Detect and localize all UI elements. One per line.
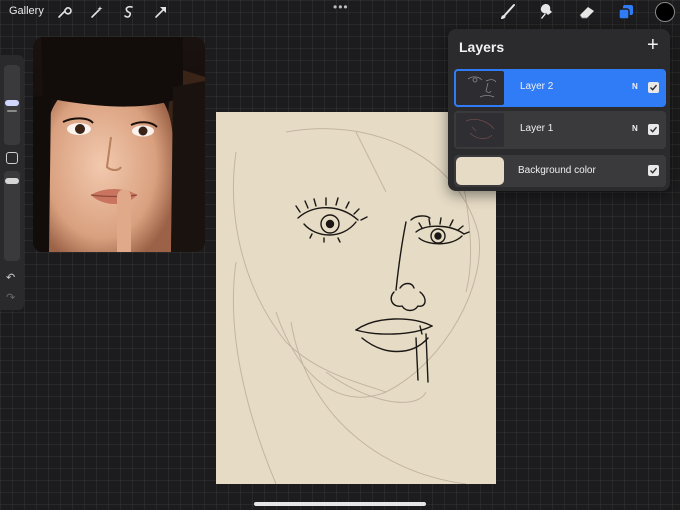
layer-thumbnail (456, 113, 504, 147)
layer-visibility-checkbox[interactable] (648, 124, 659, 135)
brush-size-slider[interactable] (4, 65, 20, 145)
wrench-icon[interactable] (55, 3, 73, 21)
background-color-row[interactable]: Background color (454, 155, 666, 187)
redo-icon[interactable]: ↷ (6, 291, 15, 304)
background-visibility-checkbox[interactable] (648, 165, 659, 176)
brush-size-thumb[interactable] (5, 100, 19, 106)
layer-row-layer-2[interactable]: Layer 2 N (454, 69, 666, 107)
undo-icon[interactable]: ↶ (6, 271, 15, 284)
blend-mode-button[interactable]: N (632, 124, 638, 133)
opacity-slider[interactable] (4, 171, 20, 261)
layer-thumbnail (456, 71, 504, 105)
background-color-swatch[interactable] (456, 157, 504, 185)
layer-name: Layer 2 (520, 81, 554, 92)
actions-menu-button[interactable]: ••• (333, 0, 349, 14)
layer-row-layer-1[interactable]: Layer 1 N (454, 111, 666, 149)
layer-visibility-checkbox[interactable] (648, 82, 659, 93)
smudge-icon[interactable] (537, 2, 557, 22)
modify-button[interactable] (6, 152, 18, 164)
layers-icon[interactable] (616, 2, 636, 22)
layers-panel-title: Layers (459, 39, 505, 55)
magic-wand-icon[interactable] (88, 3, 106, 21)
slider-mark (7, 110, 17, 112)
add-layer-button[interactable]: + (647, 35, 659, 55)
reference-image[interactable] (33, 37, 205, 252)
opacity-thumb[interactable] (5, 178, 19, 184)
transform-arrow-icon[interactable] (152, 3, 170, 21)
top-toolbar: Gallery ••• (0, 0, 680, 24)
selection-icon[interactable] (120, 3, 138, 21)
blend-mode-button[interactable]: N (632, 82, 638, 91)
eraser-icon[interactable] (577, 2, 597, 22)
background-color-label: Background color (518, 165, 596, 176)
left-sidebar: ↶ ↷ (0, 55, 24, 310)
brush-icon[interactable] (498, 2, 518, 22)
layer-name: Layer 1 (520, 123, 554, 134)
layers-panel: Layers + Layer 2 N Layer 1 N Background … (448, 29, 670, 191)
home-indicator[interactable] (254, 502, 426, 506)
gallery-button[interactable]: Gallery (9, 5, 44, 17)
color-picker-button[interactable] (655, 2, 675, 22)
